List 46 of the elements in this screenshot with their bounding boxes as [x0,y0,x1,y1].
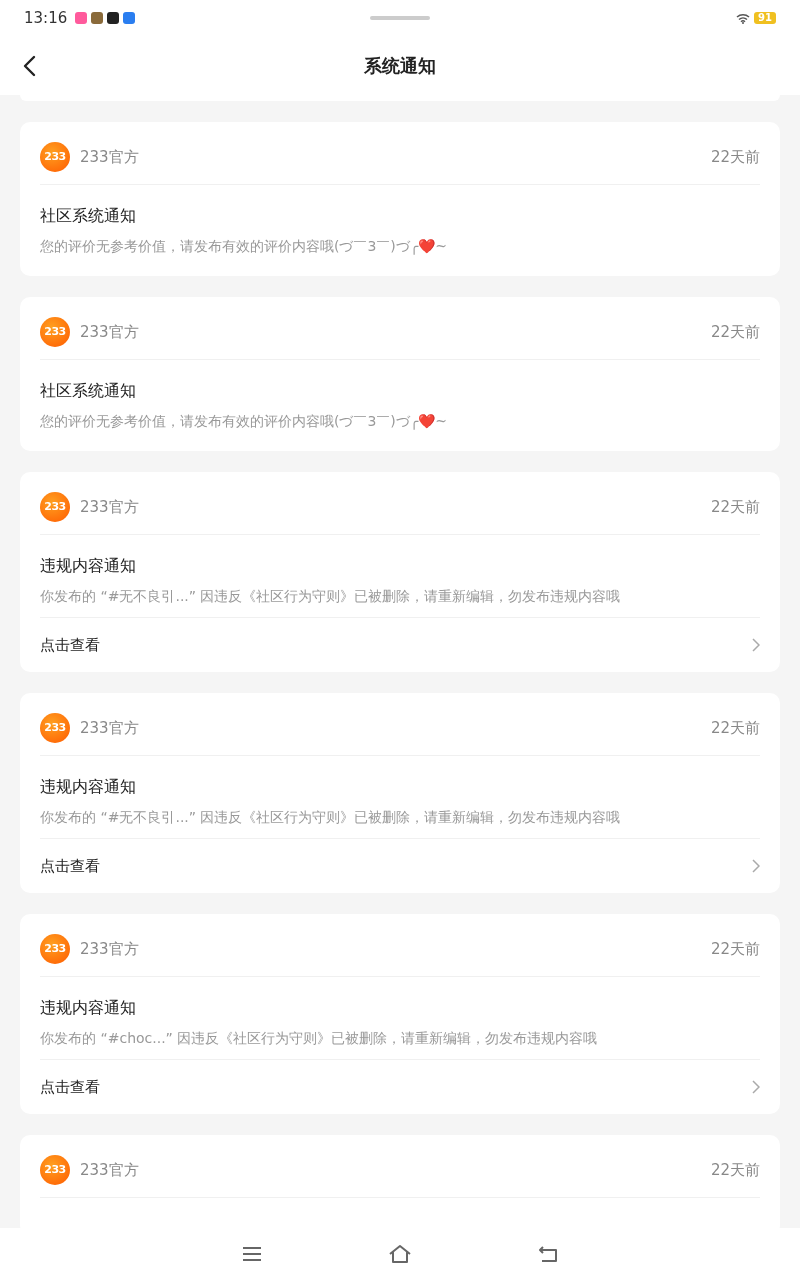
time-label: 22天前 [710,321,760,343]
sender-name: 233官方 [80,321,139,343]
chevron-icon [752,859,760,873]
page-title: 系统通知 [364,54,436,78]
logo-icon: 233 [40,713,70,743]
notification-text: 您的评价无参考价值，请发布有效的评价内容哦(づ￣3￣)づ╭❤~ [40,237,448,257]
chevron-icon [752,1080,760,1094]
sender-name: 233官方 [80,146,139,168]
app-icon [123,12,136,24]
sender-name: 233官方 [80,938,139,960]
drag-handle [370,16,430,20]
app-icon [75,12,88,24]
time-label: 22天前 [710,146,760,168]
notification-title: 社区系统通知 [40,380,137,402]
notification-text: 你发布的 “#无不良引...” 因违反《社区行为守则》已被删除，请重新编辑，勿发布违规内容哦 [40,808,622,827]
logo-icon: 233 [40,492,70,522]
logo-icon: 233 [40,317,70,347]
status-time: 13:16 [24,7,68,29]
time-label: 22天前 [710,717,760,739]
notification-text: 你发布的 “#choc...” 因违反《社区行为守则》已被删除，请重新编辑，勿发布违规内容哦 [40,1029,599,1048]
chevron-icon [752,638,760,652]
notification-title: 违规内容通知 [40,776,137,798]
view-link[interactable]: 点击查看 [40,838,760,893]
view-link[interactable]: 点击查看 [40,1059,760,1114]
notification-title: 社区系统通知 [40,205,137,227]
time-label: 22天前 [710,1159,760,1181]
sender-name: 233官方 [80,1159,139,1181]
wifi-icon [736,12,751,24]
app-icon [107,12,120,24]
notification-title: 违规内容通知 [40,997,137,1019]
time-label: 22天前 [710,496,760,518]
logo-icon: 233 [40,1155,70,1185]
view-label: 点击查看 [40,855,100,877]
view-label: 点击查看 [40,634,100,656]
app-icon [91,12,104,24]
logo-icon: 233 [40,142,70,172]
sender-name: 233官方 [80,496,139,518]
notification-title: 违规内容通知 [40,555,137,577]
notification-text: 你发布的 “#无不良引...” 因违反《社区行为守则》已被删除，请重新编辑，勿发布违规内容哦 [40,587,622,606]
view-link[interactable]: 点击查看 [40,617,760,672]
time-label: 22天前 [710,938,760,960]
notification-text: 您的评价无参考价值，请发布有效的评价内容哦(づ￣3￣)づ╭❤~ [40,412,448,432]
logo-icon: 233 [40,934,70,964]
view-label: 点击查看 [40,1076,100,1098]
sender-name: 233官方 [80,717,139,739]
battery-level: 91 [754,12,776,24]
